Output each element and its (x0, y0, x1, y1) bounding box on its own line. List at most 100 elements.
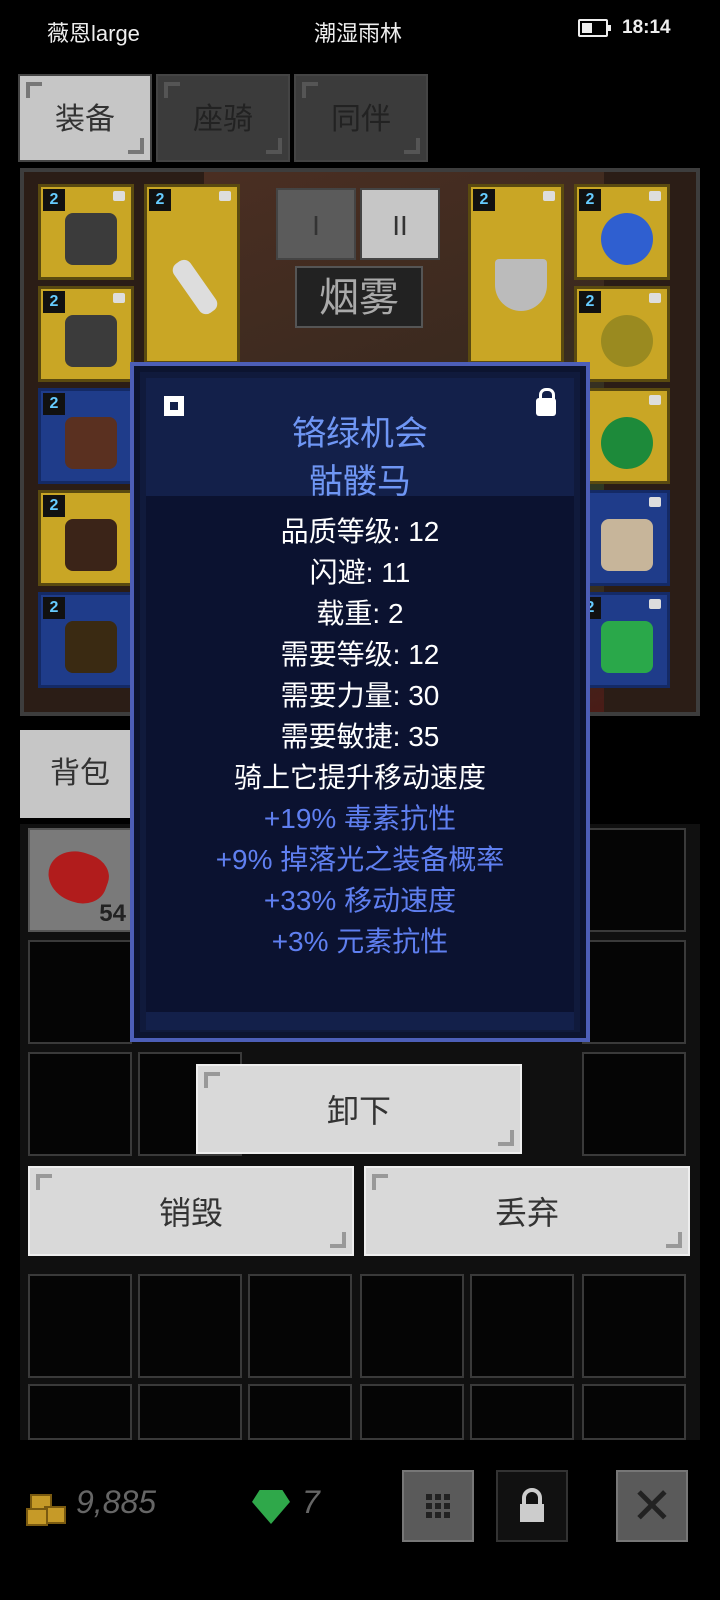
lock-icon (649, 497, 661, 507)
gold-coins-icon (26, 1490, 66, 1526)
quickslot-1-button[interactable]: I (276, 188, 356, 260)
tier-badge: 2 (473, 189, 495, 211)
gold-amount: 9,885 (76, 1484, 157, 1520)
stat-dodge: 闪避: 11 (309, 557, 411, 588)
tier-badge: 2 (43, 393, 65, 415)
shield-slot[interactable]: 2 (468, 184, 564, 364)
tier-badge: 2 (579, 189, 601, 211)
unequip-button[interactable]: 卸下 (196, 1064, 522, 1154)
close-button[interactable]: ✕ (616, 1470, 688, 1542)
tab-mount-label: 座骑 (193, 103, 253, 136)
item-tooltip: 铬绿机会 骷髅马 品质等级: 12 闪避: 11 载重: 2 需要等级: 12 … (130, 362, 590, 1042)
tier-badge: 2 (43, 189, 65, 211)
gem-amount: 7 (302, 1484, 320, 1520)
tooltip-stats: 品质等级: 12 闪避: 11 载重: 2 需要等级: 12 需要力量: 30 … (146, 496, 574, 1012)
bonus-move-speed: +33% 移动速度 (263, 885, 457, 916)
gloves-slot[interactable]: 2 (38, 388, 134, 484)
lock-icon (113, 293, 125, 303)
stat-capacity: 载重: 2 (316, 598, 404, 629)
lock-icon (219, 191, 231, 201)
emerald-ring-icon (601, 417, 653, 469)
lock-icon (543, 191, 555, 201)
backpack-slot[interactable] (138, 1274, 242, 1378)
drop-label: 丢弃 (494, 1195, 559, 1231)
tab-equipment-label: 装备 (55, 103, 115, 136)
backpack-slot[interactable] (582, 1384, 686, 1440)
lock-icon (649, 191, 661, 201)
destroy-label: 销毁 (158, 1195, 223, 1231)
status-carrier: 薇恩large (47, 21, 140, 46)
lock-icon (649, 599, 661, 609)
backpack-slot[interactable] (582, 828, 686, 932)
close-icon: ✕ (631, 1478, 673, 1534)
backpack-slot[interactable] (248, 1384, 352, 1440)
sort-grid-button[interactable] (402, 1470, 474, 1542)
armor-slot[interactable]: 2 (38, 286, 134, 382)
tab-companion[interactable]: 同伴 (294, 74, 428, 162)
backpack-slot[interactable] (248, 1274, 352, 1378)
stat-quality: 品质等级: 12 (280, 516, 440, 547)
status-bar: 薇恩large 潮湿雨林 18:14 (0, 0, 720, 60)
tier-badge: 2 (43, 291, 65, 313)
backpack-slot[interactable] (360, 1384, 464, 1440)
item-name: 铬绿机会 (292, 415, 428, 453)
quickslot-2-label: II (392, 210, 408, 241)
drop-button[interactable]: 丢弃 (364, 1166, 690, 1256)
gloves-icon (65, 417, 117, 469)
tab-equipment[interactable]: 装备 (18, 74, 152, 162)
backpack-slot[interactable] (582, 1052, 686, 1156)
stat-description: 骑上它提升移动速度 (233, 762, 486, 793)
quickslot-1-label: I (312, 210, 320, 241)
belt-icon (65, 621, 117, 673)
quickslot-2-button[interactable]: II (360, 188, 440, 260)
backpack-slot[interactable] (28, 1274, 132, 1378)
boots-slot[interactable]: 2 (38, 490, 134, 586)
helmet-slot[interactable]: 2 (38, 184, 134, 280)
helmet-icon (65, 213, 117, 265)
armor-icon (65, 315, 117, 367)
tab-companion-label: 同伴 (331, 103, 391, 136)
amulet-icon (601, 213, 653, 265)
amulet-slot[interactable]: 2 (574, 184, 670, 280)
backpack-slot[interactable] (470, 1384, 574, 1440)
boots-icon (65, 519, 117, 571)
sword-icon (169, 256, 221, 318)
weapon-slot[interactable]: 2 (144, 184, 240, 364)
tab-backpack-label: 背包 (50, 757, 110, 790)
stat-required-strength: 需要力量: 30 (280, 680, 440, 711)
bonus-element-resist: +3% 元素抗性 (271, 926, 449, 957)
backpack-slot[interactable] (470, 1274, 574, 1378)
gem-icon (252, 1490, 290, 1524)
status-location: 潮湿雨林 (314, 21, 403, 46)
skill-smoke[interactable]: 烟雾 (295, 266, 423, 328)
tooltip-header: 铬绿机会 骷髅马 (146, 378, 574, 501)
stat-required-level: 需要等级: 12 (280, 639, 440, 670)
skill-smoke-label: 烟雾 (319, 276, 399, 320)
backpack-slot[interactable]: 54 (28, 828, 132, 932)
belt-slot[interactable]: 2 (38, 592, 134, 688)
grid-icon (426, 1494, 450, 1518)
tier-badge: 2 (149, 189, 171, 211)
tab-mount[interactable]: 座骑 (156, 74, 290, 162)
backpack-slot[interactable] (28, 1052, 132, 1156)
lock-icon (649, 293, 661, 303)
lock-icon (520, 1488, 544, 1522)
backpack-slot[interactable] (360, 1274, 464, 1378)
backpack-slot[interactable] (28, 1384, 132, 1440)
lock-toggle-button[interactable] (496, 1470, 568, 1542)
ring-icon (601, 315, 653, 367)
item-count: 54 (99, 900, 126, 927)
shield-icon (495, 259, 547, 311)
lock-icon (113, 191, 125, 201)
backpack-slot[interactable] (582, 940, 686, 1044)
tier-badge: 2 (43, 597, 65, 619)
backpack-slot[interactable] (138, 1384, 242, 1440)
snake-companion-icon (601, 621, 653, 673)
status-time: 18:14 (622, 17, 671, 38)
destroy-button[interactable]: 销毁 (28, 1166, 354, 1256)
skeleton-horse-icon (601, 519, 653, 571)
tier-badge: 2 (43, 495, 65, 517)
backpack-slot[interactable] (582, 1274, 686, 1378)
tab-backpack[interactable]: 背包 (20, 730, 140, 818)
backpack-slot[interactable] (28, 940, 132, 1044)
